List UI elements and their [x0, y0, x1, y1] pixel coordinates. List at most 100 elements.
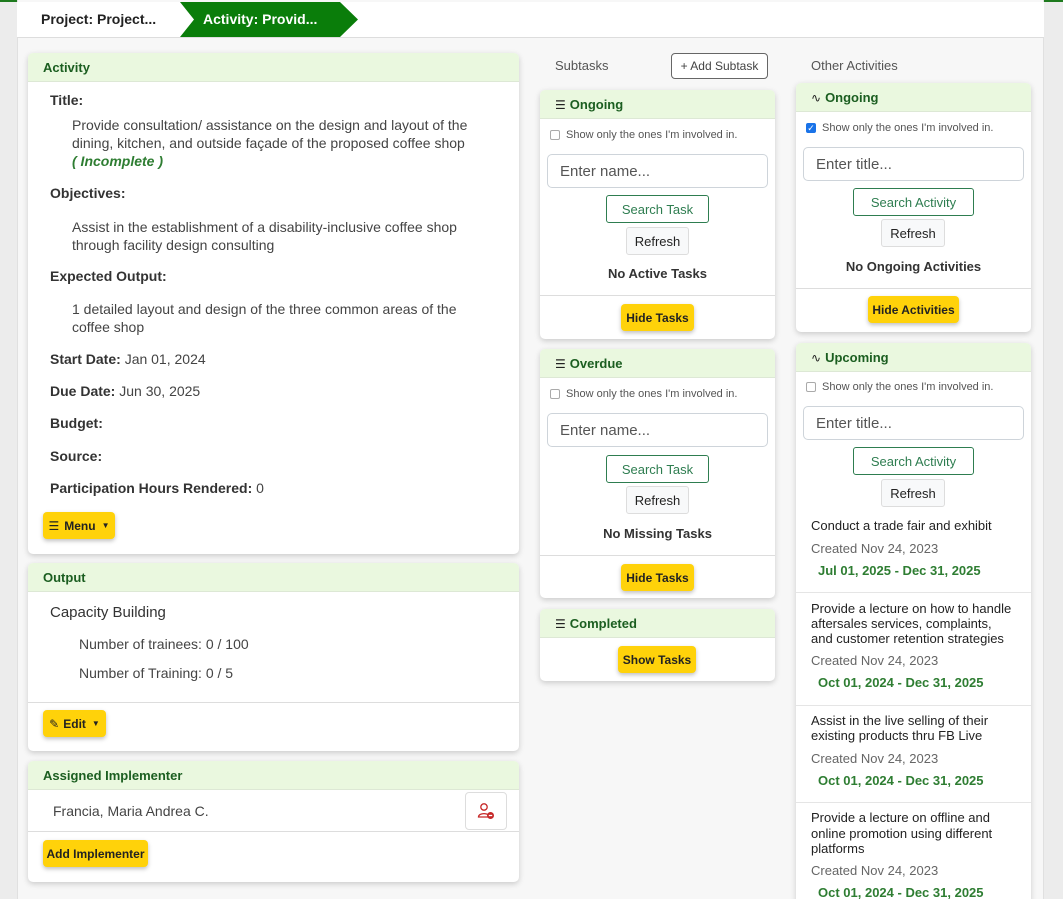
upcoming-activities-header-label: Upcoming [825, 350, 889, 365]
participation-hours: Participation Hours Rendered: 0 [50, 480, 264, 496]
search-task-button[interactable]: Search Task [606, 455, 709, 483]
upcoming-involved-checkbox[interactable]: Show only the ones I'm involved in. [806, 381, 993, 393]
status-badge: ( Incomplete ) [72, 153, 164, 169]
start-date: Start Date: Jan 01, 2024 [50, 351, 206, 367]
checkbox-box [806, 382, 816, 392]
activity-pulse-icon: ∿ [811, 91, 822, 105]
checkbox-label: Show only the ones I'm involved in. [822, 381, 994, 393]
expected-output-line-2: coffee shop [72, 319, 145, 335]
upcoming-activity-dates: Oct 01, 2024 - Dec 31, 2025 [818, 675, 984, 690]
hide-tasks-button[interactable]: Hide Tasks [621, 564, 694, 591]
ongoing-activities-header-label: Ongoing [825, 90, 879, 105]
title-line-2: dining, kitchen, and outside façade of t… [72, 135, 465, 151]
ongoing-involved-checkbox[interactable]: Show only the ones I'm involved in. [550, 129, 737, 141]
caret-down-icon: ▼ [101, 521, 110, 530]
ongoing-tasks-card: ☰ Ongoing Show only the ones I'm involved… [540, 90, 775, 339]
edit-button-label: Edit [63, 716, 86, 731]
upcoming-activity-dates: Oct 01, 2024 - Dec 31, 2025 [818, 773, 984, 788]
objectives-line-2: through facility design consulting [72, 237, 275, 253]
overdue-involved-checkbox[interactable]: Show only the ones I'm involved in. [550, 388, 737, 400]
due-date-value: Jun 30, 2025 [119, 383, 201, 399]
menu-icon: ☰ [48, 518, 60, 533]
subtasks-title: Subtasks [555, 58, 609, 73]
budget-label: Budget: [50, 415, 103, 431]
participation-hours-label: Participation Hours Rendered: [50, 480, 253, 496]
upcoming-activity-title-line-2[interactable]: existing products thru FB Live [811, 728, 982, 743]
add-subtask-button[interactable]: + Add Subtask [671, 53, 768, 79]
list-divider [796, 705, 1031, 706]
refresh-button[interactable]: Refresh [626, 227, 689, 255]
upcoming-activities-header: ∿ Upcoming [796, 343, 1031, 372]
breadcrumb-activity[interactable]: Activity: Provid... [180, 2, 358, 37]
upcoming-activity-title[interactable]: Assist in the live selling of their [811, 713, 988, 728]
due-date-label: Due Date: [50, 383, 116, 399]
add-implementer-button[interactable]: Add Implementer [43, 840, 148, 867]
refresh-button[interactable]: Refresh [626, 486, 689, 514]
breadcrumb-project[interactable]: Project: Project... [41, 11, 156, 27]
search-activity-button[interactable]: Search Activity [853, 447, 974, 475]
hide-activities-button[interactable]: Hide Activities [868, 296, 959, 323]
ongoing-tasks-header-label: Ongoing [569, 97, 624, 112]
task-name-input[interactable]: Enter name... [547, 413, 768, 447]
output-card-header: Output [28, 563, 519, 592]
overdue-tasks-header: ☰ Overdue [540, 349, 775, 378]
upcoming-activity-title-line-2[interactable]: online promotion using different [811, 826, 992, 841]
implementer-name: Francia, Maria Andrea C. [53, 803, 209, 819]
completed-tasks-card: ☰ Completed Show Tasks [540, 609, 775, 681]
upcoming-activity-title[interactable]: Provide a lecture on offline and [811, 810, 990, 825]
search-task-button[interactable]: Search Task [606, 195, 709, 223]
edit-icon: ✎ [49, 716, 60, 731]
implementer-card-header: Assigned Implementer [28, 761, 519, 790]
hide-tasks-button[interactable]: Hide Tasks [621, 304, 694, 331]
upcoming-activity-dates: Oct 01, 2024 - Dec 31, 2025 [818, 885, 984, 899]
completed-tasks-header: ☰ Completed [540, 609, 775, 638]
checkbox-checked: ✓ [806, 123, 816, 133]
checkbox-box [550, 389, 560, 399]
upcoming-activity-title-line-2[interactable]: aftersales services, complaints, [811, 616, 992, 631]
edit-button[interactable]: ✎ Edit ▼ [43, 710, 106, 737]
checkbox-box [550, 130, 560, 140]
upcoming-activity-title[interactable]: Conduct a trade fair and exhibit [811, 518, 992, 533]
empty-message: No Ongoing Activities [845, 259, 982, 274]
overdue-tasks-header-label: Overdue [569, 356, 623, 371]
card-footer [540, 295, 775, 296]
menu-button[interactable]: ☰ Menu ▼ [43, 512, 115, 539]
show-tasks-button[interactable]: Show Tasks [618, 646, 696, 673]
checkbox-label: Show only the ones I'm involved in. [822, 122, 994, 134]
activity-title-input[interactable]: Enter title... [803, 147, 1024, 181]
ongoing-tasks-header: ☰ Ongoing [540, 90, 775, 119]
list-divider [796, 802, 1031, 803]
other-activities-title: Other Activities [811, 58, 898, 73]
upcoming-activity-title-line-3[interactable]: platforms [811, 841, 864, 856]
overdue-tasks-card: ☰ Overdue Show only the ones I'm involved… [540, 349, 775, 598]
upcoming-activity-title[interactable]: Provide a lecture on how to handle [811, 601, 1011, 616]
list-icon: ☰ [555, 617, 566, 631]
activity-card-header: Activity [28, 53, 519, 82]
activity-pulse-icon: ∿ [811, 351, 822, 365]
ongoing-activities-header: ∿ Ongoing [796, 83, 1031, 112]
checkbox-label: Show only the ones I'm involved in. [566, 129, 738, 141]
upcoming-activity-title-line-3[interactable]: and customer retention strategies [811, 631, 1004, 646]
remove-user-icon [477, 803, 494, 819]
refresh-button[interactable]: Refresh [881, 479, 945, 507]
activity-title-input[interactable]: Enter title... [803, 406, 1024, 440]
search-activity-button[interactable]: Search Activity [853, 188, 974, 216]
expected-output-label: Expected Output: [50, 268, 167, 284]
title-line-1: Provide consultation/ assistance on the … [72, 117, 468, 133]
implementer-card-footer [28, 831, 519, 832]
task-name-input[interactable]: Enter name... [547, 154, 768, 188]
remove-implementer-button[interactable] [465, 792, 507, 830]
card-footer [540, 555, 775, 556]
ongoing-activities-involved-checkbox[interactable]: ✓ Show only the ones I'm involved in. [806, 122, 993, 134]
output-card: Output Capacity Building Number of train… [28, 563, 519, 751]
list-icon: ☰ [555, 98, 566, 112]
refresh-button[interactable]: Refresh [881, 219, 945, 247]
output-name: Capacity Building [50, 604, 166, 621]
menu-button-label: Menu [64, 518, 96, 533]
output-card-footer [28, 702, 519, 703]
start-date-value: Jan 01, 2024 [124, 351, 206, 367]
upcoming-activity-created: Created Nov 24, 2023 [811, 863, 939, 878]
start-date-label: Start Date: [50, 351, 121, 367]
activity-card: Activity Title: Provide consultation/ as… [28, 53, 519, 554]
breadcrumb [17, 2, 1044, 38]
